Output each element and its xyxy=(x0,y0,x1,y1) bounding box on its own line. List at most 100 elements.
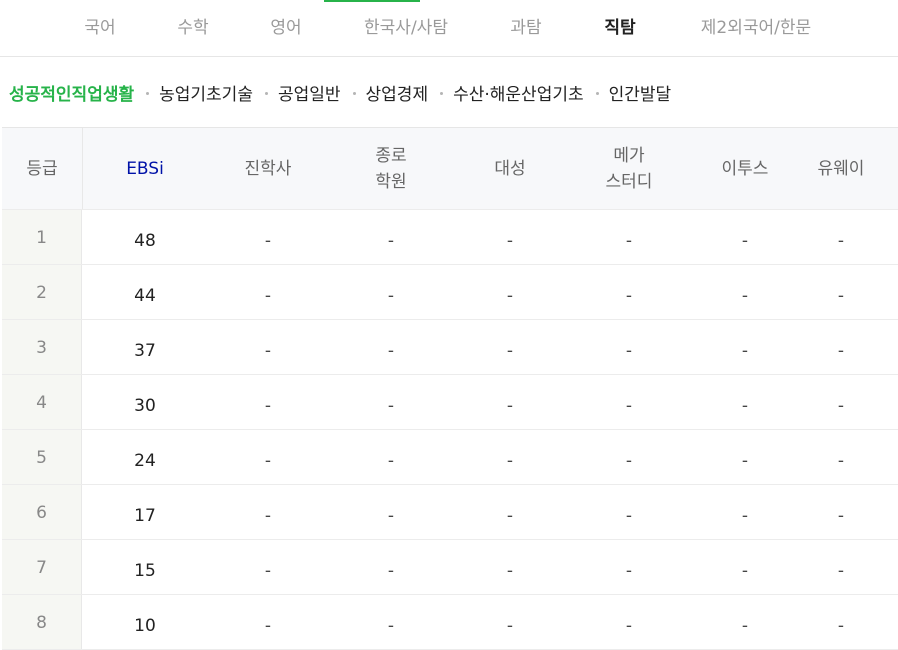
jongro-cell: - xyxy=(387,341,395,361)
sub-subject-list: 성공적인직업생활 농업기초기술 공업일반 상업경제 수산·해운산업기초 인간발달 xyxy=(9,80,671,110)
etoos-cell: - xyxy=(741,396,749,416)
jongro-cell: - xyxy=(387,561,395,581)
jinhak-cell: - xyxy=(264,341,272,361)
ebsi-cell: 17 xyxy=(134,506,156,526)
header-etoos: 이투스 xyxy=(721,158,769,179)
etoos-cell: - xyxy=(741,561,749,581)
uway-cell: - xyxy=(837,396,845,416)
sub-subject-item[interactable]: 공업일반 xyxy=(278,80,341,110)
table-row: 7 15 - - - - - - xyxy=(2,540,898,595)
header-daesung: 대성 xyxy=(494,158,526,179)
sub-subject-item[interactable]: 수산·해운산업기초 xyxy=(453,80,584,110)
table-row: 3 37 - - - - - - xyxy=(2,320,898,375)
uway-cell: - xyxy=(837,286,845,306)
separator-dot xyxy=(595,91,599,95)
separator-dot xyxy=(352,91,356,95)
jongro-cell: - xyxy=(387,231,395,251)
jongro-cell: - xyxy=(387,451,395,471)
daesung-cell: - xyxy=(506,451,514,471)
jinhak-cell: - xyxy=(264,231,272,251)
uway-cell: - xyxy=(837,616,845,636)
grade-cell: 6 xyxy=(2,485,82,539)
etoos-cell: - xyxy=(741,341,749,361)
header-uway: 유웨이 xyxy=(817,158,865,179)
table-row: 6 17 - - - - - - xyxy=(2,485,898,540)
jongro-cell: - xyxy=(387,616,395,636)
megastudy-cell: - xyxy=(625,451,633,471)
sub-subject-item[interactable]: 농업기초기술 xyxy=(159,80,253,110)
megastudy-cell: - xyxy=(625,506,633,526)
grade-cell: 8 xyxy=(2,595,82,649)
jinhak-cell: - xyxy=(264,451,272,471)
daesung-cell: - xyxy=(506,506,514,526)
uway-cell: - xyxy=(837,231,845,251)
daesung-cell: - xyxy=(506,396,514,416)
megastudy-cell: - xyxy=(625,561,633,581)
etoos-cell: - xyxy=(741,506,749,526)
daesung-cell: - xyxy=(506,561,514,581)
daesung-cell: - xyxy=(506,341,514,361)
tab-korean[interactable]: 국어 xyxy=(62,0,138,56)
header-ebsi: EBSi xyxy=(126,158,164,179)
grade-cell: 5 xyxy=(2,430,82,484)
uway-cell: - xyxy=(837,341,845,361)
grade-cell: 4 xyxy=(2,375,82,429)
jinhak-cell: - xyxy=(264,561,272,581)
jongro-cell: - xyxy=(387,506,395,526)
header-megastudy: 메가 스터디 xyxy=(605,145,653,192)
megastudy-cell: - xyxy=(625,286,633,306)
grade-cell: 2 xyxy=(2,265,82,319)
megastudy-cell: - xyxy=(625,396,633,416)
jongro-cell: - xyxy=(387,286,395,306)
subject-tab-bar: 국어 수학 영어 한국사/사탐 과탐 직탐 제2외국어/한문 xyxy=(0,0,898,57)
table-row: 4 30 - - - - - - xyxy=(2,375,898,430)
ebsi-cell: 37 xyxy=(134,341,156,361)
ebsi-cell: 10 xyxy=(134,616,156,636)
daesung-cell: - xyxy=(506,286,514,306)
uway-cell: - xyxy=(837,451,845,471)
header-jinhak: 진학사 xyxy=(244,158,292,179)
grade-cell: 1 xyxy=(2,210,82,264)
grade-cell: 7 xyxy=(2,540,82,594)
megastudy-cell: - xyxy=(625,231,633,251)
separator-dot xyxy=(146,91,150,95)
etoos-cell: - xyxy=(741,616,749,636)
jinhak-cell: - xyxy=(264,396,272,416)
daesung-cell: - xyxy=(506,231,514,251)
tab-history-social[interactable]: 한국사/사탐 xyxy=(345,0,467,56)
etoos-cell: - xyxy=(741,451,749,471)
table-header-row: 등급 EBSi 진학사 종로 학원 대성 메가 스터디 이투스 유웨이 xyxy=(2,128,898,210)
grade-cut-table: 등급 EBSi 진학사 종로 학원 대성 메가 스터디 이투스 유웨이 1 48-… xyxy=(2,127,898,650)
etoos-cell: - xyxy=(741,286,749,306)
tab-vocational[interactable]: 직탐 xyxy=(582,0,658,56)
ebsi-cell: 44 xyxy=(134,286,156,306)
header-jongro: 종로 학원 xyxy=(375,145,407,192)
tab-science[interactable]: 과탐 xyxy=(488,0,564,56)
ebsi-cell: 48 xyxy=(134,231,156,251)
table-row: 1 48 - - - - - - xyxy=(2,210,898,265)
jinhak-cell: - xyxy=(264,506,272,526)
ebsi-cell: 24 xyxy=(134,451,156,471)
separator-dot xyxy=(440,91,444,95)
tab-second-language[interactable]: 제2외국어/한문 xyxy=(682,0,830,56)
jinhak-cell: - xyxy=(264,616,272,636)
daesung-cell: - xyxy=(506,616,514,636)
separator-dot xyxy=(264,91,268,95)
ebsi-cell: 15 xyxy=(134,561,156,581)
uway-cell: - xyxy=(837,561,845,581)
sub-subject-item[interactable]: 성공적인직업생활 xyxy=(9,80,134,110)
jinhak-cell: - xyxy=(264,286,272,306)
tab-math[interactable]: 수학 xyxy=(155,0,231,56)
table-row: 5 24 - - - - - - xyxy=(2,430,898,485)
ebsi-cell: 30 xyxy=(134,396,156,416)
jongro-cell: - xyxy=(387,396,395,416)
tab-english[interactable]: 영어 xyxy=(248,0,324,56)
table-row: 8 10 - - - - - - xyxy=(2,595,898,650)
header-grade: 등급 xyxy=(2,128,83,209)
sub-subject-item[interactable]: 상업경제 xyxy=(366,80,429,110)
table-row: 2 44 - - - - - - xyxy=(2,265,898,320)
grade-cell: 3 xyxy=(2,320,82,374)
megastudy-cell: - xyxy=(625,616,633,636)
etoos-cell: - xyxy=(741,231,749,251)
sub-subject-item[interactable]: 인간발달 xyxy=(609,80,672,110)
